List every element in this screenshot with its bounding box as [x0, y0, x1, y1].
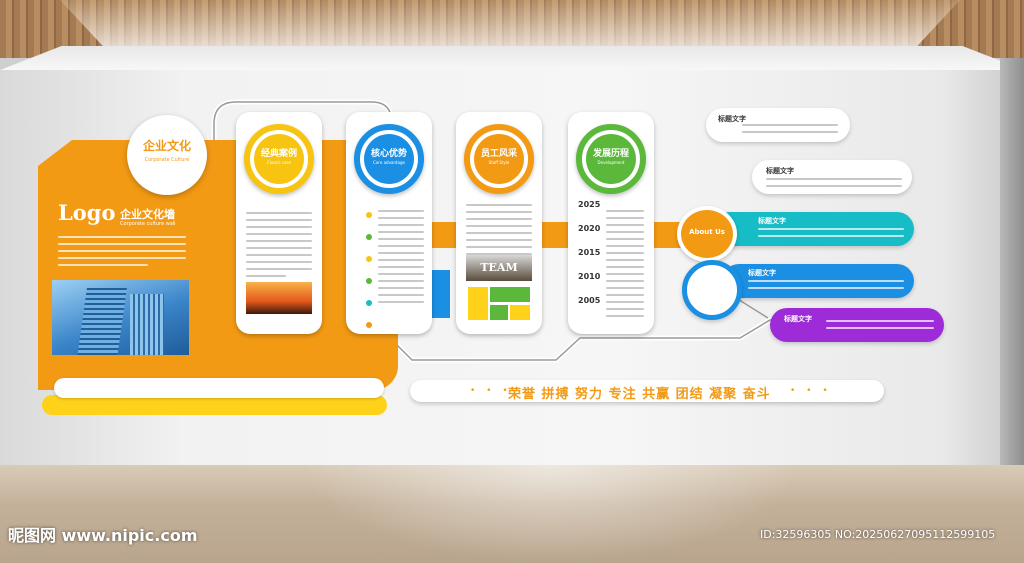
info-pill-4: 标题文字: [722, 264, 914, 298]
card-title: 核心优势: [370, 149, 407, 159]
staff-style-ring: 员工风采 Staff Style: [464, 124, 534, 194]
development-ring: 发展历程 Development: [576, 124, 646, 194]
pill-title: 标题文字: [718, 115, 746, 123]
info-pill-1: 标题文字: [706, 108, 850, 142]
year-label: 2015: [578, 248, 601, 257]
card-development: 发展历程 Development 2025 2020 2015 2010 200…: [568, 112, 654, 334]
culture-badge: 企业文化 Corporate Culture: [127, 115, 207, 195]
watermark-id: ID:32596305 NO:20250627095112599105: [760, 528, 996, 541]
timeline-years: 2025 2020 2015 2010 2005: [578, 200, 600, 320]
card-text-lines: [378, 210, 424, 308]
pill-title: 标题文字: [766, 167, 794, 175]
logo-subtitle: Corporate culture wall: [120, 221, 176, 227]
pill-title: 标题文字: [758, 217, 786, 225]
pill-text-lines: [826, 320, 934, 334]
blue-ring: [682, 260, 742, 320]
pill-text-lines: [758, 228, 904, 242]
card-subtitle: Classic case: [266, 160, 292, 165]
watermark-site: 昵图网 www.nipic.com: [8, 526, 198, 545]
card-classic-case: 经典案例 Classic case: [236, 112, 322, 334]
timeline-text-lines: [606, 210, 644, 322]
core-advantage-ring: 核心优势 Core advantage: [354, 124, 424, 194]
culture-title: 企业文化: [142, 139, 191, 153]
bullet-dots: [366, 212, 372, 344]
photo-grid: [468, 287, 530, 320]
card-title: 发展历程: [592, 149, 629, 159]
card-subtitle: Development: [597, 160, 625, 165]
card-core-advantage: 核心优势 Core advantage: [346, 112, 432, 334]
about-us-badge: About Us: [677, 206, 737, 262]
info-pill-2: 标题文字: [752, 160, 912, 194]
pill-text-lines: [766, 178, 902, 192]
pill-title: 标题文字: [784, 315, 812, 323]
card-title: 员工风采: [480, 149, 517, 159]
culture-subtitle: Corporate Culture: [144, 157, 190, 163]
card-staff-style: 员工风采 Staff Style TEAM: [456, 112, 542, 334]
motto-dots-right: • • •: [790, 386, 832, 396]
pill-text-lines: [748, 280, 904, 294]
info-pill-5: 标题文字: [770, 308, 944, 342]
card-title: 经典案例: [260, 149, 297, 159]
scene: 企业文化 Corporate Culture Logo 企业文化墙 Corpor…: [0, 0, 1024, 563]
motto-bar: • • • 荣誉 拼搏 努力 专注 共赢 团结 凝聚 奋斗 • • •: [410, 380, 884, 402]
team-photo: TEAM: [466, 255, 532, 281]
year-label: 2005: [578, 296, 601, 305]
pill-title: 标题文字: [748, 269, 776, 277]
year-label: 2010: [578, 272, 601, 281]
year-label: 2020: [578, 224, 601, 233]
card-subtitle: Staff Style: [488, 160, 510, 165]
logo-title: 企业文化墙: [120, 208, 175, 221]
orange-band: [392, 222, 722, 248]
info-pill-3: 标题文字: [712, 212, 914, 246]
white-bar: [54, 378, 384, 398]
motto-dots-left: • • •: [470, 386, 512, 396]
year-label: 2025: [578, 200, 601, 209]
motto-text: 荣誉 拼搏 努力 专注 共赢 团结 凝聚 奋斗: [508, 387, 771, 402]
card-text-lines: [246, 212, 312, 282]
intro-text-lines: [58, 236, 186, 271]
card-subtitle: Core advantage: [373, 160, 405, 165]
pill-text-lines: [742, 124, 838, 138]
logo-text: Logo: [58, 200, 116, 225]
building-photo: [52, 280, 189, 355]
classic-case-ring: 经典案例 Classic case: [244, 124, 314, 194]
yellow-bar: [42, 395, 387, 415]
sunset-team-photo: [246, 282, 312, 314]
